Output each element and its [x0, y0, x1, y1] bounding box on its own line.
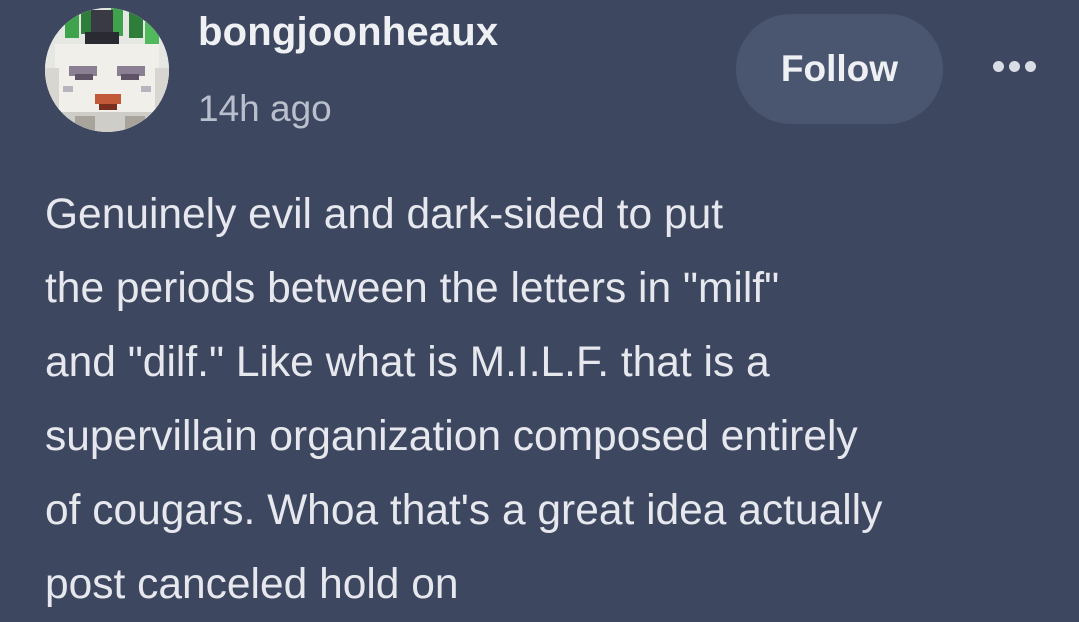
post-body-line: supervillain organization composed entir…: [45, 413, 858, 460]
post-body-line: and "dilf." Like what is M.I.L.F. that i…: [45, 339, 770, 386]
post-card: bongjoonheaux 14h ago Follow Genuinely e…: [0, 0, 1079, 610]
pixel-art-face-avatar-icon: [45, 8, 169, 132]
post-timestamp[interactable]: 14h ago: [198, 88, 332, 130]
post-body-line: post canceled hold on: [45, 561, 459, 608]
post-body-line: of cougars. Whoa that's a great idea act…: [45, 487, 883, 534]
ellipsis-icon: [1024, 60, 1036, 72]
post-header: bongjoonheaux 14h ago Follow: [0, 0, 1079, 150]
post-body-line: the periods between the letters in "milf…: [45, 265, 780, 312]
ellipsis-icon: [1008, 60, 1020, 72]
avatar[interactable]: [45, 8, 169, 132]
more-options-button[interactable]: [984, 44, 1044, 88]
follow-button[interactable]: Follow: [736, 14, 943, 124]
ellipsis-icon: [992, 60, 1004, 72]
post-body-line: Genuinely evil and dark-sided to put: [45, 191, 724, 238]
author-username[interactable]: bongjoonheaux: [198, 10, 498, 55]
post-body: Genuinely evil and dark-sided to put the…: [45, 178, 1065, 622]
